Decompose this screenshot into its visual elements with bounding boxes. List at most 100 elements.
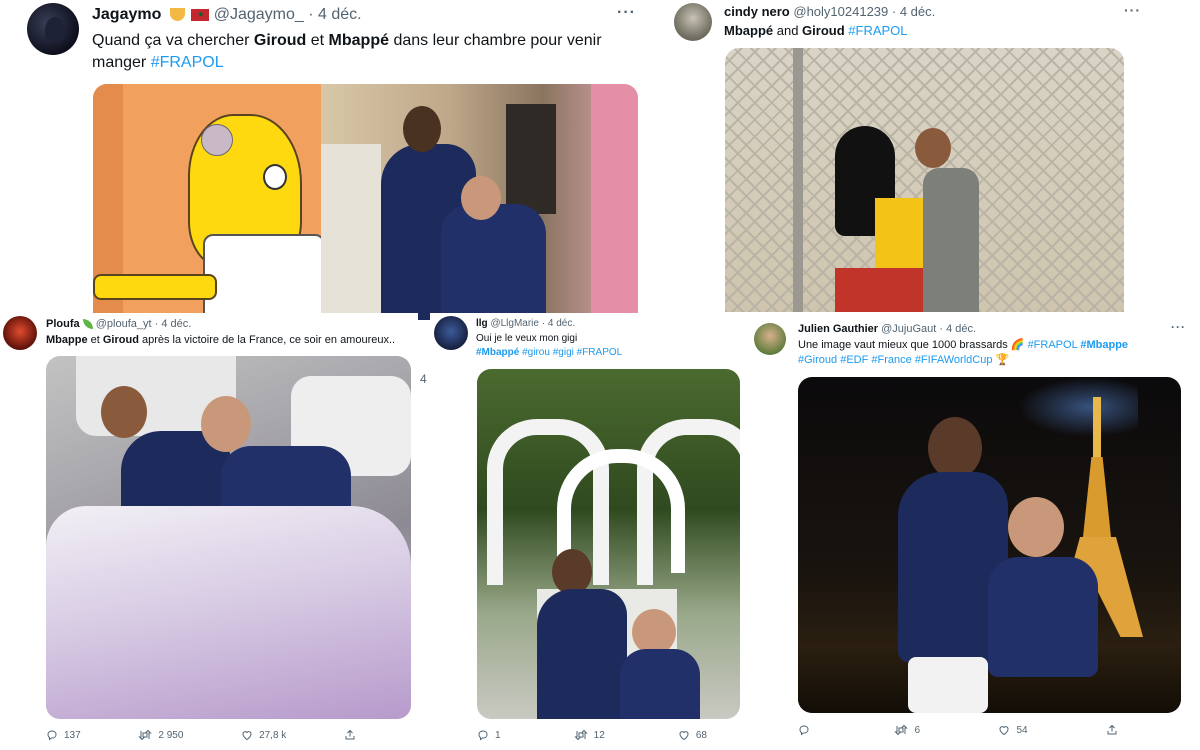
share-button[interactable] — [344, 729, 356, 741]
more-options-button[interactable]: ··· — [617, 4, 636, 22]
noodle-emoji-icon — [169, 8, 185, 22]
retweet-button[interactable]: 12 — [573, 729, 605, 741]
reply-count: 137 — [64, 729, 81, 741]
tweet-header: Jagaymo ★ @Jagaymo_ · 4 déc. — [92, 6, 362, 24]
tweet-llg[interactable]: llg @LlgMarie · 4 déc. Oui je le veux mo… — [430, 313, 750, 750]
author-name[interactable]: Jagaymo — [92, 6, 161, 23]
stray-count-fragment: 4 — [420, 372, 427, 386]
author-handle[interactable]: @LlgMarie — [490, 318, 539, 329]
tweet-date[interactable]: 4 déc. — [946, 323, 976, 335]
tweet-date[interactable]: 4 déc. — [900, 4, 935, 19]
reply-button[interactable]: 137 — [46, 729, 81, 741]
text-segment: et — [87, 334, 103, 346]
hashtag-link[interactable]: #FIFAWorldCup — [915, 354, 993, 366]
tweet-media[interactable] — [93, 84, 638, 320]
tweet-header: Julien Gauthier @JujuGaut · 4 déc. — [798, 323, 976, 335]
hashtag-link[interactable]: #girou — [522, 347, 550, 358]
like-count: 27,8 k — [259, 729, 287, 741]
hashtag-link[interactable]: #EDF — [840, 354, 868, 366]
avatar[interactable] — [3, 316, 37, 350]
retweet-button[interactable]: 6 — [894, 724, 920, 736]
separator: · — [888, 4, 900, 19]
homer-simpson-image — [93, 84, 325, 320]
separator: · — [303, 6, 319, 23]
morocco-flag-icon: ★ — [191, 8, 210, 21]
more-options-button[interactable]: ··· — [1171, 320, 1186, 334]
heart-icon — [242, 731, 252, 741]
hashtag-link[interactable]: #FRAPOL — [1028, 339, 1078, 351]
reply-button[interactable] — [798, 724, 816, 736]
tweet-ploufa[interactable]: Ploufa @ploufa_yt · 4 déc. Mbappe et Gir… — [0, 313, 418, 750]
tweet-date[interactable]: 4 déc. — [161, 318, 191, 330]
bold-text: Giroud — [802, 23, 845, 38]
tweet-julien-gauthier[interactable]: Julien Gauthier @JujuGaut · 4 déc. ··· U… — [750, 313, 1200, 750]
text-segment: après la victoire de la France, ce soir … — [138, 334, 396, 346]
bold-text: Mbappe — [46, 334, 88, 346]
tweet-date[interactable]: 4 déc. — [548, 318, 575, 329]
retweet-count: 12 — [593, 729, 605, 741]
bold-text: Giroud — [102, 334, 139, 346]
tweet-date[interactable]: 4 déc. — [318, 6, 362, 23]
reply-button[interactable]: 1 — [477, 729, 501, 741]
like-button[interactable]: 54 — [998, 724, 1028, 736]
author-name[interactable]: llg — [476, 318, 488, 329]
emoji-icon: 🌈 — [1010, 339, 1025, 351]
avatar[interactable] — [674, 3, 712, 41]
hashtag-link[interactable]: #FRAPOL — [848, 23, 907, 38]
heart-icon — [999, 726, 1009, 736]
tweet-jagaymo[interactable]: Jagaymo ★ @Jagaymo_ · 4 déc. ··· Quand ç… — [0, 0, 660, 320]
tweet-media[interactable] — [798, 377, 1181, 713]
hashtag-link[interactable]: #FRAPOL — [577, 347, 623, 358]
tweet-media[interactable] — [46, 356, 411, 719]
author-handle[interactable]: @Jagaymo_ — [214, 6, 304, 23]
like-button[interactable]: 68 — [678, 729, 707, 741]
like-button[interactable]: 27,8 k — [241, 729, 286, 741]
retweet-icon — [894, 724, 909, 736]
author-name[interactable]: Ploufa — [46, 318, 80, 330]
more-options-button[interactable]: ··· — [1124, 2, 1141, 18]
retweet-icon — [573, 729, 588, 741]
tweet-text: Une image vaut mieux que 1000 brassards … — [798, 338, 1178, 368]
author-handle[interactable]: @holy10241239 — [793, 4, 888, 19]
tweet-text: Mbappé and Giroud #FRAPOL — [724, 22, 1164, 40]
reply-count: 1 — [495, 729, 501, 741]
text-segment: Une image vaut mieux que 1000 brassards — [798, 339, 1011, 351]
text-segment: Quand ça va chercher — [92, 32, 254, 49]
hashtag-link[interactable]: #Mbappe — [1080, 339, 1128, 351]
tweet-text: Oui je le veux mon gigi #Mbappé #girou #g… — [476, 332, 746, 359]
hashtag-link[interactable]: #FRAPOL — [151, 54, 224, 71]
couple-image — [825, 108, 985, 312]
author-name[interactable]: Julien Gauthier — [798, 323, 878, 335]
tweet-text: Mbappe et Giroud après la victoire de la… — [46, 333, 411, 348]
tweet-media[interactable] — [725, 48, 1124, 312]
reply-icon — [478, 730, 488, 741]
reply-icon — [47, 730, 57, 741]
retweet-button[interactable]: 2 950 — [138, 729, 183, 741]
leaf-emoji-icon — [82, 319, 93, 330]
tweet-cindy-nero[interactable]: cindy nero @holy10241239 · 4 déc. ··· Mb… — [660, 0, 1200, 312]
author-handle[interactable]: @JujuGaut — [881, 323, 936, 335]
heart-icon — [679, 731, 689, 741]
avatar[interactable] — [434, 316, 468, 350]
tweet-media[interactable] — [477, 369, 740, 719]
tweet-header: llg @LlgMarie · 4 déc. — [476, 318, 575, 329]
avatar[interactable] — [754, 323, 786, 355]
share-button[interactable] — [1106, 724, 1118, 736]
reply-icon — [799, 725, 809, 736]
tweet-header: cindy nero @holy10241239 · 4 déc. — [724, 4, 935, 19]
bold-text: Mbappé — [328, 32, 389, 49]
share-icon — [345, 729, 355, 740]
separator: · — [936, 323, 947, 335]
hashtag-link[interactable]: #gigi — [553, 347, 574, 358]
text-segment: and — [773, 23, 803, 38]
avatar[interactable] — [27, 3, 79, 55]
bold-text: Mbappé — [724, 23, 774, 38]
text-segment: Oui je le veux mon gigi — [476, 333, 578, 344]
author-handle[interactable]: @ploufa_yt — [96, 318, 152, 330]
hotel-room-image — [321, 84, 638, 320]
hashtag-link[interactable]: #Mbappé — [476, 347, 519, 358]
author-name[interactable]: cindy nero — [724, 4, 790, 19]
hashtag-link[interactable]: #France — [871, 354, 911, 366]
players-eiffel-image — [868, 417, 1108, 713]
hashtag-link[interactable]: #Giroud — [798, 354, 837, 366]
